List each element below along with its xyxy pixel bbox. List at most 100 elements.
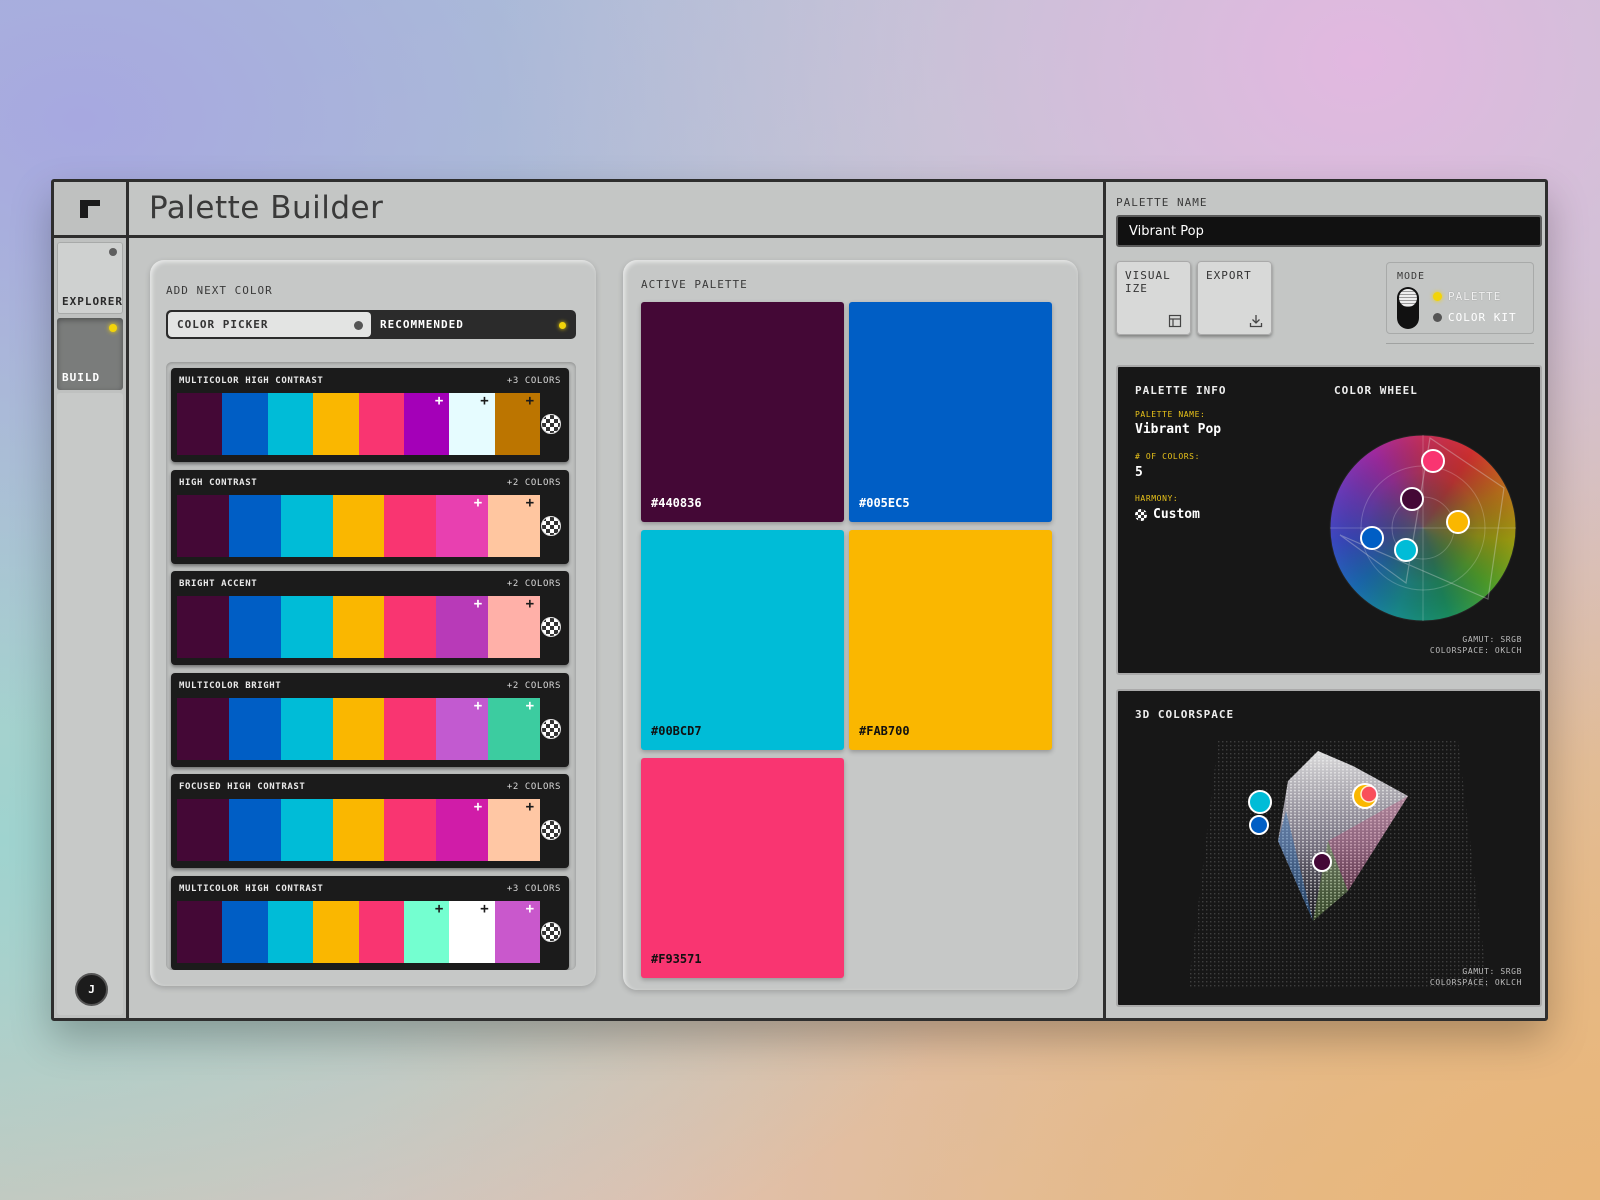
transparency-checker-icon[interactable]	[541, 820, 561, 840]
color-swatch	[228, 494, 281, 557]
recommendation-name: MULTICOLOR HIGH CONTRAST	[179, 376, 324, 386]
color-swatch	[332, 494, 385, 557]
colorspace-text: COLORSPACE: OKLCH	[1429, 978, 1522, 987]
add-color-plus-icon[interactable]: +	[526, 800, 534, 814]
mode-option-label: PALETTE	[1448, 290, 1502, 303]
color-swatch[interactable]: +	[403, 900, 450, 963]
color-swatch	[280, 697, 333, 760]
palette-color-tile[interactable]: #F93571	[641, 758, 844, 978]
color-swatch	[222, 900, 268, 963]
info-harmony-key: HARMONY:	[1135, 494, 1179, 503]
status-led-icon	[109, 324, 117, 332]
color-swatch[interactable]: +	[494, 900, 540, 963]
add-color-plus-icon[interactable]: +	[526, 902, 534, 916]
wheel-point-blue[interactable]	[1360, 526, 1384, 550]
button-label: EXPORT	[1206, 269, 1252, 282]
add-color-plus-icon[interactable]: +	[435, 394, 443, 408]
add-color-plus-icon[interactable]: +	[474, 699, 482, 713]
recommendation-card[interactable]: MULTICOLOR HIGH CONTRAST +3 COLORS + + +	[171, 875, 569, 970]
recommendation-list[interactable]: MULTICOLOR HIGH CONTRAST +3 COLORS + + + HIGH…	[166, 362, 576, 970]
color-swatch[interactable]: +	[449, 393, 495, 455]
palette-name-input[interactable]: Vibrant Pop	[1116, 215, 1542, 247]
export-button[interactable]: EXPORT	[1197, 261, 1272, 335]
palette-color-tile[interactable]: #00BCD7	[641, 530, 844, 750]
info-harmony: Custom	[1135, 507, 1200, 522]
color-swatch[interactable]: +	[436, 494, 489, 557]
swatch-strip: + +	[177, 494, 541, 557]
palette-color-tile[interactable]: #FAB700	[849, 530, 1052, 750]
swatch-strip: + +	[177, 596, 541, 658]
add-color-plus-icon[interactable]: +	[526, 597, 534, 611]
transparency-checker-icon[interactable]	[541, 921, 561, 942]
color-swatch[interactable]: +	[488, 799, 541, 861]
color-swatch[interactable]: +	[436, 697, 489, 760]
add-color-plus-icon[interactable]: +	[474, 800, 482, 814]
mode-option-color-kit[interactable]: COLOR KIT	[1433, 311, 1517, 324]
recommendation-card[interactable]: HIGH CONTRAST +2 COLORS + +	[171, 469, 569, 564]
tab-color-picker[interactable]: COLOR PICKER	[168, 312, 371, 337]
add-color-plus-icon[interactable]: +	[526, 394, 534, 408]
color-swatch[interactable]: +	[436, 596, 489, 658]
color-hex-label: #FAB700	[859, 724, 910, 738]
color-swatch[interactable]: +	[488, 697, 541, 760]
visualize-button[interactable]: VISUAL IZE	[1116, 261, 1191, 335]
color-swatch[interactable]: +	[494, 393, 540, 455]
transparency-checker-icon[interactable]	[541, 718, 561, 739]
color-swatch[interactable]: +	[449, 900, 495, 963]
wheel-point-plum[interactable]	[1400, 487, 1424, 511]
color-swatch[interactable]: +	[488, 596, 541, 658]
mode-option-label: COLOR KIT	[1448, 311, 1517, 324]
recommendation-card[interactable]: MULTICOLOR BRIGHT +2 COLORS + +	[171, 672, 569, 767]
space-point-cyan[interactable]	[1248, 790, 1272, 814]
recommendation-card[interactable]: MULTICOLOR HIGH CONTRAST +3 COLORS + + +	[171, 368, 569, 462]
color-swatch[interactable]: +	[436, 799, 489, 861]
add-color-plus-icon[interactable]: +	[474, 496, 482, 510]
palette-info-title: PALETTE INFO	[1135, 384, 1227, 397]
tab-label: COLOR PICKER	[177, 318, 269, 331]
palette-color-tile[interactable]: #440836	[641, 302, 844, 522]
tab-recommended[interactable]: RECOMMENDED	[371, 312, 574, 337]
space-point-pink[interactable]	[1360, 785, 1378, 803]
transparency-checker-icon[interactable]	[541, 515, 561, 536]
recommendation-card[interactable]: FOCUSED HIGH CONTRAST +2 COLORS + +	[171, 774, 569, 868]
transparency-checker-icon[interactable]	[541, 414, 561, 434]
user-avatar[interactable]: J	[75, 973, 108, 1006]
recommendation-name: FOCUSED HIGH CONTRAST	[179, 782, 306, 792]
mode-toggle-switch[interactable]	[1397, 287, 1419, 329]
transparency-checker-icon[interactable]	[541, 617, 561, 637]
add-color-plus-icon[interactable]: +	[480, 902, 488, 916]
tab-label: RECOMMENDED	[380, 318, 464, 331]
toggle-knob[interactable]	[1399, 289, 1417, 307]
add-color-plus-icon[interactable]: +	[526, 699, 534, 713]
space-point-blue[interactable]	[1249, 815, 1269, 835]
color-swatch	[280, 596, 333, 658]
color-swatch[interactable]: +	[488, 494, 541, 557]
color-swatch	[280, 799, 333, 861]
color-hex-label: #00BCD7	[651, 724, 702, 738]
mode-option-palette[interactable]: PALETTE	[1433, 290, 1501, 303]
rail-item-explorer[interactable]: EXPLORER	[57, 242, 123, 314]
wheel-point-pink[interactable]	[1421, 449, 1445, 473]
wheel-point-yellow[interactable]	[1446, 510, 1470, 534]
recommendation-name: MULTICOLOR HIGH CONTRAST	[179, 883, 324, 894]
info-count-key: # OF COLORS:	[1135, 452, 1200, 461]
space-point-plum[interactable]	[1312, 852, 1332, 872]
add-color-plus-icon[interactable]: +	[474, 597, 482, 611]
add-color-plus-icon[interactable]: +	[435, 902, 443, 916]
palette-color-tile[interactable]: #005EC5	[849, 302, 1052, 522]
recommendation-count: +2 COLORS	[506, 579, 561, 589]
color-swatch	[313, 900, 359, 963]
color-swatch[interactable]: +	[403, 393, 450, 455]
rail-item-build[interactable]: BUILD	[57, 318, 123, 390]
divider	[1386, 343, 1534, 344]
add-color-plus-icon[interactable]: +	[526, 496, 534, 510]
colorspace-3d-plot[interactable]	[1178, 721, 1498, 991]
download-icon	[1249, 315, 1263, 328]
recommendation-card[interactable]: BRIGHT ACCENT +2 COLORS + +	[171, 571, 569, 665]
color-swatch	[358, 393, 404, 455]
wheel-point-cyan[interactable]	[1394, 538, 1418, 562]
swatch-strip: + + +	[177, 900, 540, 963]
color-wheel[interactable]	[1328, 433, 1518, 623]
logo-cell	[54, 182, 126, 238]
add-color-plus-icon[interactable]: +	[480, 394, 488, 408]
